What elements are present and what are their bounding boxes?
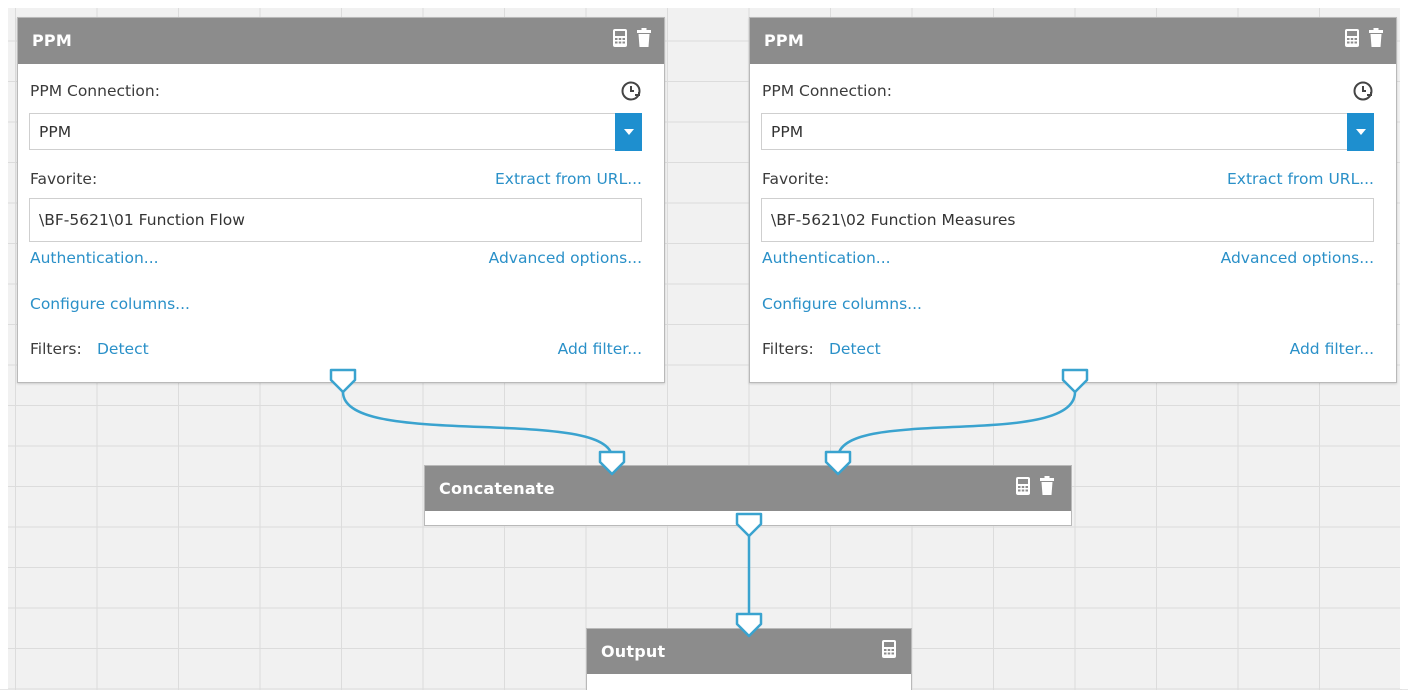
- extract-from-url-link[interactable]: Extract from URL...: [495, 170, 642, 188]
- chevron-down-icon[interactable]: [1347, 113, 1374, 151]
- favorite-label: Favorite:: [30, 170, 98, 188]
- wire-ppm2-to-concatenate: [836, 391, 1077, 459]
- node-title: Output: [601, 642, 666, 661]
- calculator-icon[interactable]: [612, 28, 628, 48]
- filters-label: Filters:: [762, 340, 814, 358]
- configure-columns-link[interactable]: Configure columns...: [762, 295, 922, 313]
- wire-ppm1-to-concatenate: [341, 391, 614, 459]
- advanced-options-link[interactable]: Advanced options...: [1221, 249, 1374, 267]
- connection-select-value: PPM: [39, 122, 72, 141]
- canvas-frame-top: [0, 0, 1408, 8]
- advanced-options-link[interactable]: Advanced options...: [489, 249, 642, 267]
- favorite-input-value: \BF-5621\01 Function Flow: [39, 211, 245, 229]
- favorite-label: Favorite:: [762, 170, 830, 188]
- canvas-frame-right: [1400, 0, 1408, 689]
- output-node-header[interactable]: Output: [587, 629, 911, 674]
- node-title: PPM: [764, 31, 804, 50]
- favorite-input[interactable]: \BF-5621\01 Function Flow: [29, 198, 642, 242]
- history-icon[interactable]: [1352, 80, 1374, 106]
- add-filter-link[interactable]: Add filter...: [1290, 340, 1374, 358]
- filters-label: Filters:: [30, 340, 82, 358]
- connection-label: PPM Connection:: [762, 82, 892, 100]
- detect-link[interactable]: Detect: [97, 340, 149, 358]
- authentication-link[interactable]: Authentication...: [762, 249, 891, 267]
- connection-select[interactable]: PPM: [761, 113, 1374, 151]
- connection-label: PPM Connection:: [30, 82, 160, 100]
- add-filter-link[interactable]: Add filter...: [558, 340, 642, 358]
- detect-link[interactable]: Detect: [829, 340, 881, 358]
- trash-icon[interactable]: [636, 28, 652, 48]
- ppm-node-1[interactable]: PPM PPM Connection: PPM Favorite: Extrac…: [17, 17, 665, 383]
- node-title: Concatenate: [439, 479, 555, 498]
- ppm-node-2[interactable]: PPM PPM Connection: PPM Favorite: Extrac…: [749, 17, 1397, 383]
- trash-icon[interactable]: [1368, 28, 1384, 48]
- favorite-input[interactable]: \BF-5621\02 Function Measures: [761, 198, 1374, 242]
- connection-select-value: PPM: [771, 122, 804, 141]
- ppm-node-1-header[interactable]: PPM: [18, 18, 664, 64]
- calculator-icon[interactable]: [881, 639, 897, 659]
- trash-icon[interactable]: [1039, 476, 1055, 496]
- concatenate-node-header[interactable]: Concatenate: [425, 466, 1071, 511]
- configure-columns-link[interactable]: Configure columns...: [30, 295, 190, 313]
- authentication-link[interactable]: Authentication...: [30, 249, 159, 267]
- history-icon[interactable]: [620, 80, 642, 106]
- extract-from-url-link[interactable]: Extract from URL...: [1227, 170, 1374, 188]
- ppm-node-2-header[interactable]: PPM: [750, 18, 1396, 64]
- output-node[interactable]: Output: [586, 628, 912, 690]
- canvas-frame-left: [0, 0, 8, 689]
- calculator-icon[interactable]: [1344, 28, 1360, 48]
- node-title: PPM: [32, 31, 72, 50]
- chevron-down-icon[interactable]: [615, 113, 642, 151]
- favorite-input-value: \BF-5621\02 Function Measures: [771, 211, 1016, 229]
- concatenate-node[interactable]: Concatenate: [424, 465, 1072, 526]
- connection-select[interactable]: PPM: [29, 113, 642, 151]
- calculator-icon[interactable]: [1015, 476, 1031, 496]
